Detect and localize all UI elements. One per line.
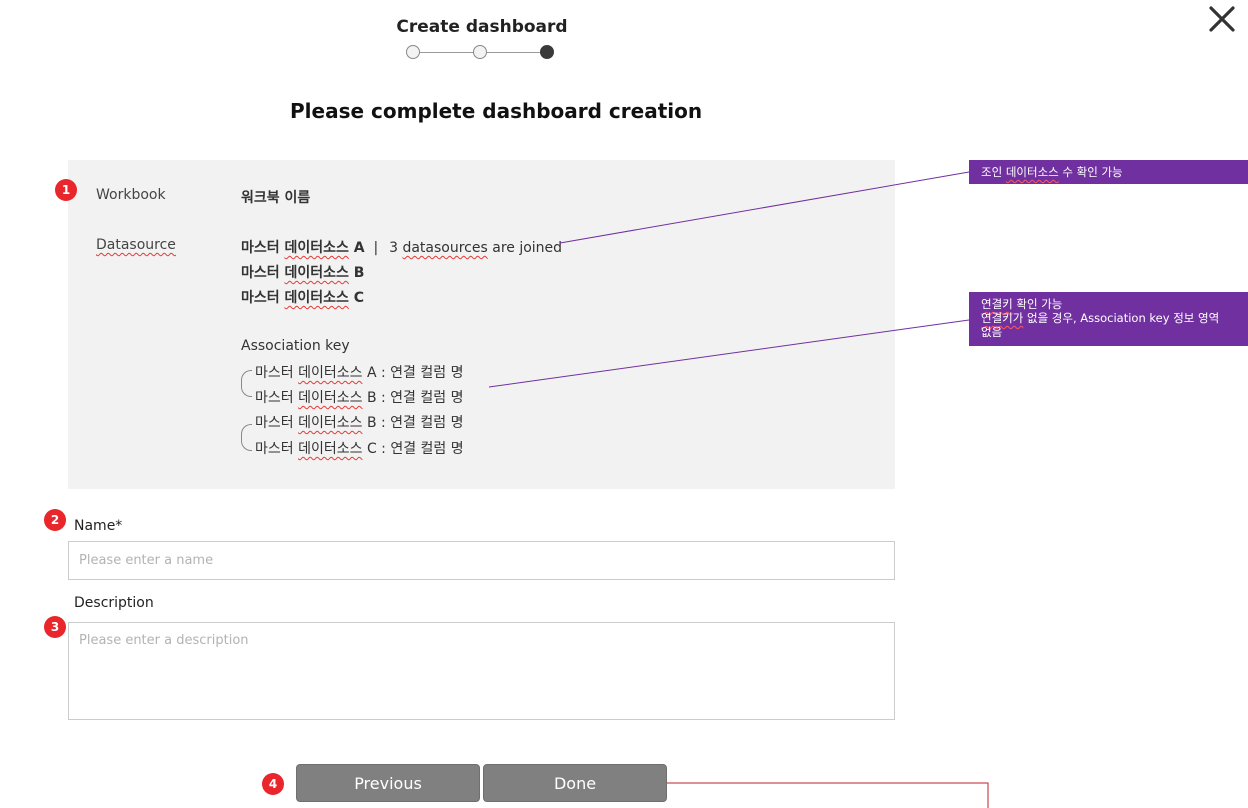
connector-buttons	[667, 782, 989, 808]
association-key-part: 데이터소스	[298, 415, 363, 431]
note-text: 수 확인 가능	[1062, 165, 1123, 179]
step-1-indicator	[406, 45, 420, 59]
joined-count-text: 3 datasources are joined	[389, 240, 562, 256]
step-connector	[487, 52, 541, 53]
association-key-part: 마스터	[255, 365, 299, 381]
annotation-badge-3: 3	[44, 616, 66, 638]
summary-panel	[68, 160, 895, 489]
note-text: 조인	[981, 165, 1003, 179]
name-input[interactable]	[68, 541, 895, 580]
done-button[interactable]: Done	[483, 764, 667, 802]
step-2-indicator	[473, 45, 487, 59]
note-text: 연결키가	[981, 311, 1024, 325]
association-key-row: 마스터 데이터소스 B : 연결 컬럼 명	[255, 412, 463, 432]
association-key-part: 데이터소스	[298, 441, 363, 457]
datasource-item-b: 마스터 데이터소스 B	[241, 262, 364, 282]
datasource-prefix: 마스터	[241, 240, 285, 256]
note-line: 연결키가 없을 경우, Association key 정보 영역	[981, 311, 1236, 325]
association-key-part: 마스터	[255, 415, 299, 431]
annotation-badge-4: 4	[262, 773, 284, 795]
description-input[interactable]	[68, 622, 895, 720]
association-key-part: B : 연결 컬럼 명	[362, 390, 464, 406]
note-text: 연결키	[981, 297, 1013, 311]
association-key-part: 데이터소스	[298, 390, 363, 406]
wizard-title: Create dashboard	[396, 17, 568, 37]
name-label: Name*	[74, 518, 123, 534]
joined-text-part: are joined	[487, 240, 563, 256]
description-label: Description	[74, 595, 154, 611]
datasource-name: 마스터 데이터소스 C	[241, 290, 364, 306]
association-key-part: A : 연결 컬럼 명	[362, 365, 464, 381]
note-line: 없음	[981, 325, 1003, 339]
joined-text-part: datasources	[402, 240, 488, 256]
association-key-row: 마스터 데이터소스 C : 연결 컬럼 명	[255, 438, 464, 458]
annotation-badge-1: 1	[55, 179, 77, 201]
note-text: 확인 가능	[1016, 297, 1063, 311]
datasource-prefix: 마스터	[241, 265, 285, 281]
step-connector	[420, 52, 474, 53]
datasource-item-c: 마스터 데이터소스 C	[241, 287, 364, 307]
close-icon	[1209, 6, 1235, 32]
datasource-item-a: 마스터 데이터소스 A | 3 datasources are joined	[241, 237, 562, 257]
association-bracket	[241, 424, 252, 451]
association-key-part: 마스터	[255, 390, 299, 406]
association-bracket	[241, 370, 252, 397]
association-key-part: 마스터	[255, 441, 299, 457]
note-text: 없을 경우, Association key 정보 영역	[1026, 311, 1220, 325]
datasource-prefix: 마스터	[241, 290, 285, 306]
datasource-suffix: A	[348, 240, 365, 256]
step-3-indicator	[540, 45, 554, 59]
association-key-row: 마스터 데이터소스 B : 연결 컬럼 명	[255, 387, 463, 407]
association-key-part: C : 연결 컬럼 명	[362, 441, 464, 457]
datasource-name: 마스터 데이터소스 A	[241, 240, 365, 256]
close-button[interactable]	[1205, 4, 1239, 38]
datasource-label: Datasource	[96, 237, 176, 253]
note-text: 데이터소스	[1005, 165, 1059, 179]
workbook-label: Workbook	[96, 187, 166, 203]
workbook-value: 워크북 이름	[241, 190, 311, 206]
annotation-note-join-count: 조인 데이터소스 수 확인 가능	[969, 160, 1248, 184]
datasource-suffix: B	[348, 265, 365, 281]
association-key-part: 데이터소스	[298, 365, 363, 381]
datasource-suffix: C	[348, 290, 365, 306]
datasource-name: 마스터 데이터소스 B	[241, 265, 364, 281]
association-key-label: Association key	[241, 338, 350, 354]
page-heading: Please complete dashboard creation	[290, 99, 703, 123]
separator: |	[373, 240, 379, 256]
previous-button[interactable]: Previous	[296, 764, 480, 802]
joined-text-part: 3	[389, 240, 403, 256]
datasource-word: 데이터소스	[284, 240, 349, 256]
association-key-row: 마스터 데이터소스 A : 연결 컬럼 명	[255, 362, 463, 382]
note-line: 연결키 확인 가능	[981, 297, 1236, 311]
association-key-part: B : 연결 컬럼 명	[362, 415, 464, 431]
annotation-note-association-key: 연결키 확인 가능 연결키가 없을 경우, Association key 정보…	[969, 292, 1248, 346]
datasource-word: 데이터소스	[284, 290, 349, 306]
datasource-word: 데이터소스	[284, 265, 349, 281]
annotation-badge-2: 2	[44, 509, 66, 531]
